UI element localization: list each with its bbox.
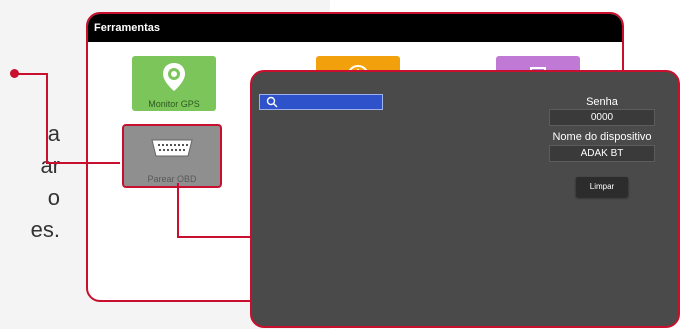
caption-line: es. xyxy=(30,217,60,242)
search-icon xyxy=(266,96,278,108)
callout-line xyxy=(46,73,48,164)
monitor-gps-tile[interactable]: Monitor GPS xyxy=(132,56,216,111)
tools-title: Ferramentas xyxy=(88,14,622,42)
caption-line: a xyxy=(47,121,60,146)
search-input[interactable] xyxy=(259,94,383,110)
caption-line: ar xyxy=(40,153,60,178)
parear-obd-label: Parear OBD xyxy=(147,174,197,184)
limpar-button[interactable]: Limpar xyxy=(576,177,628,197)
pairing-window: Senha 0000 Nome do dispositivo ADAK BT L… xyxy=(250,70,680,328)
side-caption: a ar o es. xyxy=(0,118,60,246)
callout-line xyxy=(46,162,120,164)
senha-label: Senha xyxy=(586,96,618,108)
parear-obd-tile[interactable]: Parear OBD xyxy=(122,124,222,188)
callout-line xyxy=(15,73,47,75)
caption-line: o xyxy=(47,185,60,210)
senha-field[interactable]: 0000 xyxy=(549,109,655,126)
callout-line xyxy=(177,183,179,237)
device-name-field[interactable]: ADAK BT xyxy=(549,145,655,162)
obd-connector-icon xyxy=(151,139,193,157)
monitor-gps-label: Monitor GPS xyxy=(148,99,200,109)
device-name-label: Nome do dispositivo xyxy=(552,131,652,143)
map-pin-icon xyxy=(163,63,185,91)
callout-line xyxy=(177,236,252,238)
